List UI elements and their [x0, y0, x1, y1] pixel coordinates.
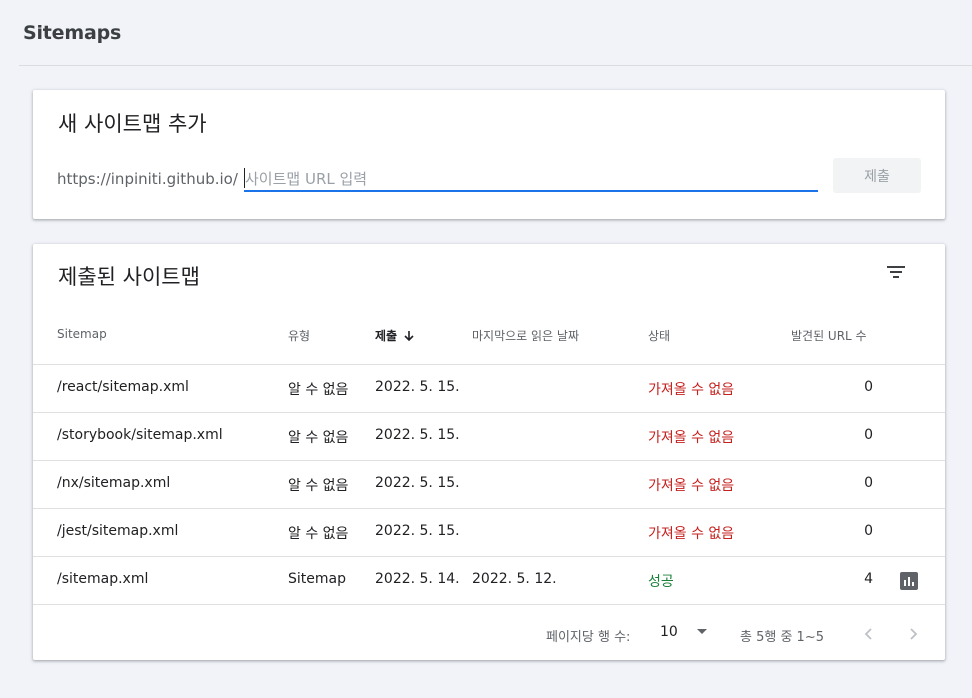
- dropdown-arrow-icon: [696, 629, 707, 634]
- table-row[interactable]: /nx/sitemap.xml 알 수 없음 2022. 5. 15. 가져올 …: [33, 461, 945, 509]
- submit-button[interactable]: 제출: [833, 158, 921, 193]
- column-header-status[interactable]: 상태: [648, 327, 670, 344]
- column-header-submitted-label: 제출: [375, 329, 398, 343]
- row-submitted: 2022. 5. 15.: [375, 475, 460, 491]
- row-sitemap: /storybook/sitemap.xml: [57, 427, 223, 443]
- column-header-type[interactable]: 유형: [288, 327, 310, 344]
- column-header-discovered-urls[interactable]: 발견된 URL 수: [791, 327, 867, 344]
- row-type: 알 수 없음: [288, 526, 349, 542]
- row-type: Sitemap: [288, 571, 346, 587]
- url-prefix: https://inpiniti.github.io/: [57, 170, 238, 188]
- column-header-last-read[interactable]: 마지막으로 읽은 날짜: [472, 327, 579, 344]
- text-caret: [244, 168, 245, 188]
- submitted-sitemaps-title: 제출된 사이트맵: [58, 265, 200, 289]
- table-row[interactable]: /jest/sitemap.xml 알 수 없음 2022. 5. 15. 가져…: [33, 509, 945, 557]
- row-submitted: 2022. 5. 14.: [375, 571, 460, 587]
- rows-per-page-select[interactable]: 10: [660, 624, 708, 640]
- previous-page-button[interactable]: [857, 622, 881, 646]
- table-row[interactable]: /storybook/sitemap.xml 알 수 없음 2022. 5. 1…: [33, 413, 945, 461]
- column-header-sitemap[interactable]: Sitemap: [57, 327, 107, 341]
- chevron-right-icon: [910, 628, 918, 640]
- header-divider: [19, 65, 972, 66]
- row-status: 가져올 수 없음: [648, 382, 735, 398]
- add-sitemap-title: 새 사이트맵 추가: [58, 112, 207, 136]
- next-page-button[interactable]: [901, 622, 925, 646]
- sort-arrow-down-icon: [404, 330, 414, 341]
- row-sitemap: /nx/sitemap.xml: [57, 475, 171, 491]
- sitemaps-table: Sitemap 유형 제출 마지막으로 읽은 날짜 상태 발견된 URL 수 /…: [33, 314, 945, 605]
- row-type: 알 수 없음: [288, 478, 349, 494]
- row-status: 성공: [648, 574, 674, 590]
- row-urls: 0: [864, 475, 873, 491]
- row-status: 가져올 수 없음: [648, 478, 735, 494]
- row-type: 알 수 없음: [288, 382, 349, 398]
- row-urls: 0: [864, 427, 873, 443]
- submitted-sitemaps-card: 제출된 사이트맵 Sitemap 유형 제출 마지막으로 읽은 날짜 상태 발견…: [33, 244, 945, 660]
- pagination-range: 총 5행 중 1~5: [740, 630, 824, 645]
- row-urls: 0: [864, 523, 873, 539]
- bar-chart-report-icon[interactable]: [900, 572, 918, 590]
- rows-per-page-value: 10: [660, 624, 678, 640]
- row-urls: 0: [864, 379, 873, 395]
- row-submitted: 2022. 5. 15.: [375, 523, 460, 539]
- table-pagination: 페이지당 행 수: 10 총 5행 중 1~5: [33, 614, 945, 660]
- row-submitted: 2022. 5. 15.: [375, 427, 460, 443]
- row-sitemap: /jest/sitemap.xml: [57, 523, 179, 539]
- row-status: 가져올 수 없음: [648, 526, 735, 542]
- add-sitemap-card: 새 사이트맵 추가 https://inpiniti.github.io/ 제출: [33, 90, 945, 219]
- table-row[interactable]: /react/sitemap.xml 알 수 없음 2022. 5. 15. 가…: [33, 365, 945, 413]
- row-sitemap: /react/sitemap.xml: [57, 379, 189, 395]
- page-header: Sitemaps: [0, 0, 972, 66]
- row-sitemap: /sitemap.xml: [57, 571, 149, 587]
- sitemap-url-input[interactable]: [244, 168, 818, 192]
- row-last-read: 2022. 5. 12.: [472, 571, 557, 587]
- row-status: 가져올 수 없음: [648, 430, 735, 446]
- rows-per-page-label: 페이지당 행 수:: [546, 630, 631, 645]
- row-urls: 4: [864, 571, 873, 587]
- filter-list-icon[interactable]: [885, 264, 907, 280]
- column-header-submitted[interactable]: 제출: [375, 327, 415, 344]
- row-type: 알 수 없음: [288, 430, 349, 446]
- chevron-left-icon: [864, 628, 872, 640]
- row-submitted: 2022. 5. 15.: [375, 379, 460, 395]
- table-row[interactable]: /sitemap.xml Sitemap 2022. 5. 14. 2022. …: [33, 557, 945, 605]
- table-header: Sitemap 유형 제출 마지막으로 읽은 날짜 상태 발견된 URL 수: [33, 314, 945, 365]
- page-title: Sitemaps: [23, 22, 122, 44]
